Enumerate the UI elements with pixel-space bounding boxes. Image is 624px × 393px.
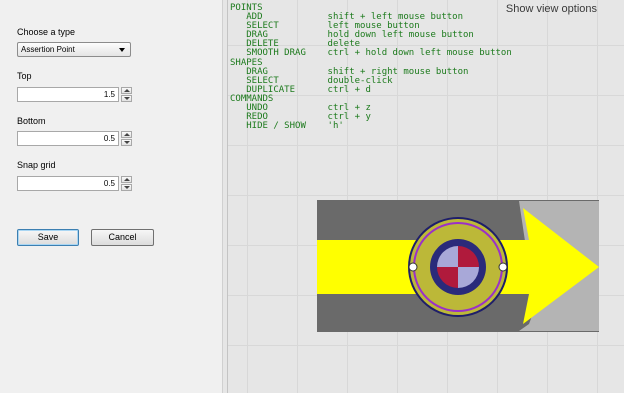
right-control-point[interactable] [498, 262, 508, 272]
bottom-increment-button[interactable] [121, 131, 132, 138]
arrow-shape-graphic[interactable] [317, 200, 599, 332]
snap-grid-input[interactable]: 0.5 [17, 176, 119, 191]
chevron-down-icon [119, 48, 125, 52]
bottom-label: Bottom [17, 116, 46, 126]
snap-grid-increment-button[interactable] [121, 176, 132, 183]
snap-grid-label: Snap grid [17, 160, 56, 170]
top-label: Top [17, 71, 32, 81]
editor-canvas[interactable]: POINTS ADD shift + left mouse button SEL… [228, 0, 624, 393]
snap-grid-spinner[interactable] [121, 176, 132, 191]
bottom-spinner[interactable] [121, 131, 132, 146]
top-input[interactable]: 1.5 [17, 87, 119, 102]
top-spinner[interactable] [121, 87, 132, 102]
bottom-decrement-button[interactable] [121, 139, 132, 146]
type-select[interactable]: Assertion Point [17, 42, 131, 57]
left-control-point[interactable] [408, 262, 418, 272]
type-label: Choose a type [17, 27, 76, 37]
top-increment-button[interactable] [121, 87, 132, 94]
top-decrement-button[interactable] [121, 95, 132, 102]
save-button[interactable]: Save [17, 229, 79, 246]
cancel-button[interactable]: Cancel [91, 229, 154, 246]
snap-grid-decrement-button[interactable] [121, 184, 132, 191]
keyboard-help-text: POINTS ADD shift + left mouse button SEL… [230, 3, 512, 132]
bottom-input[interactable]: 0.5 [17, 131, 119, 146]
shape-preview[interactable] [317, 200, 599, 334]
type-select-value: Assertion Point [21, 45, 75, 54]
show-view-options-link[interactable]: Show view options [506, 3, 597, 15]
properties-panel: Choose a type Assertion Point Top 1.5 Bo… [0, 0, 222, 393]
